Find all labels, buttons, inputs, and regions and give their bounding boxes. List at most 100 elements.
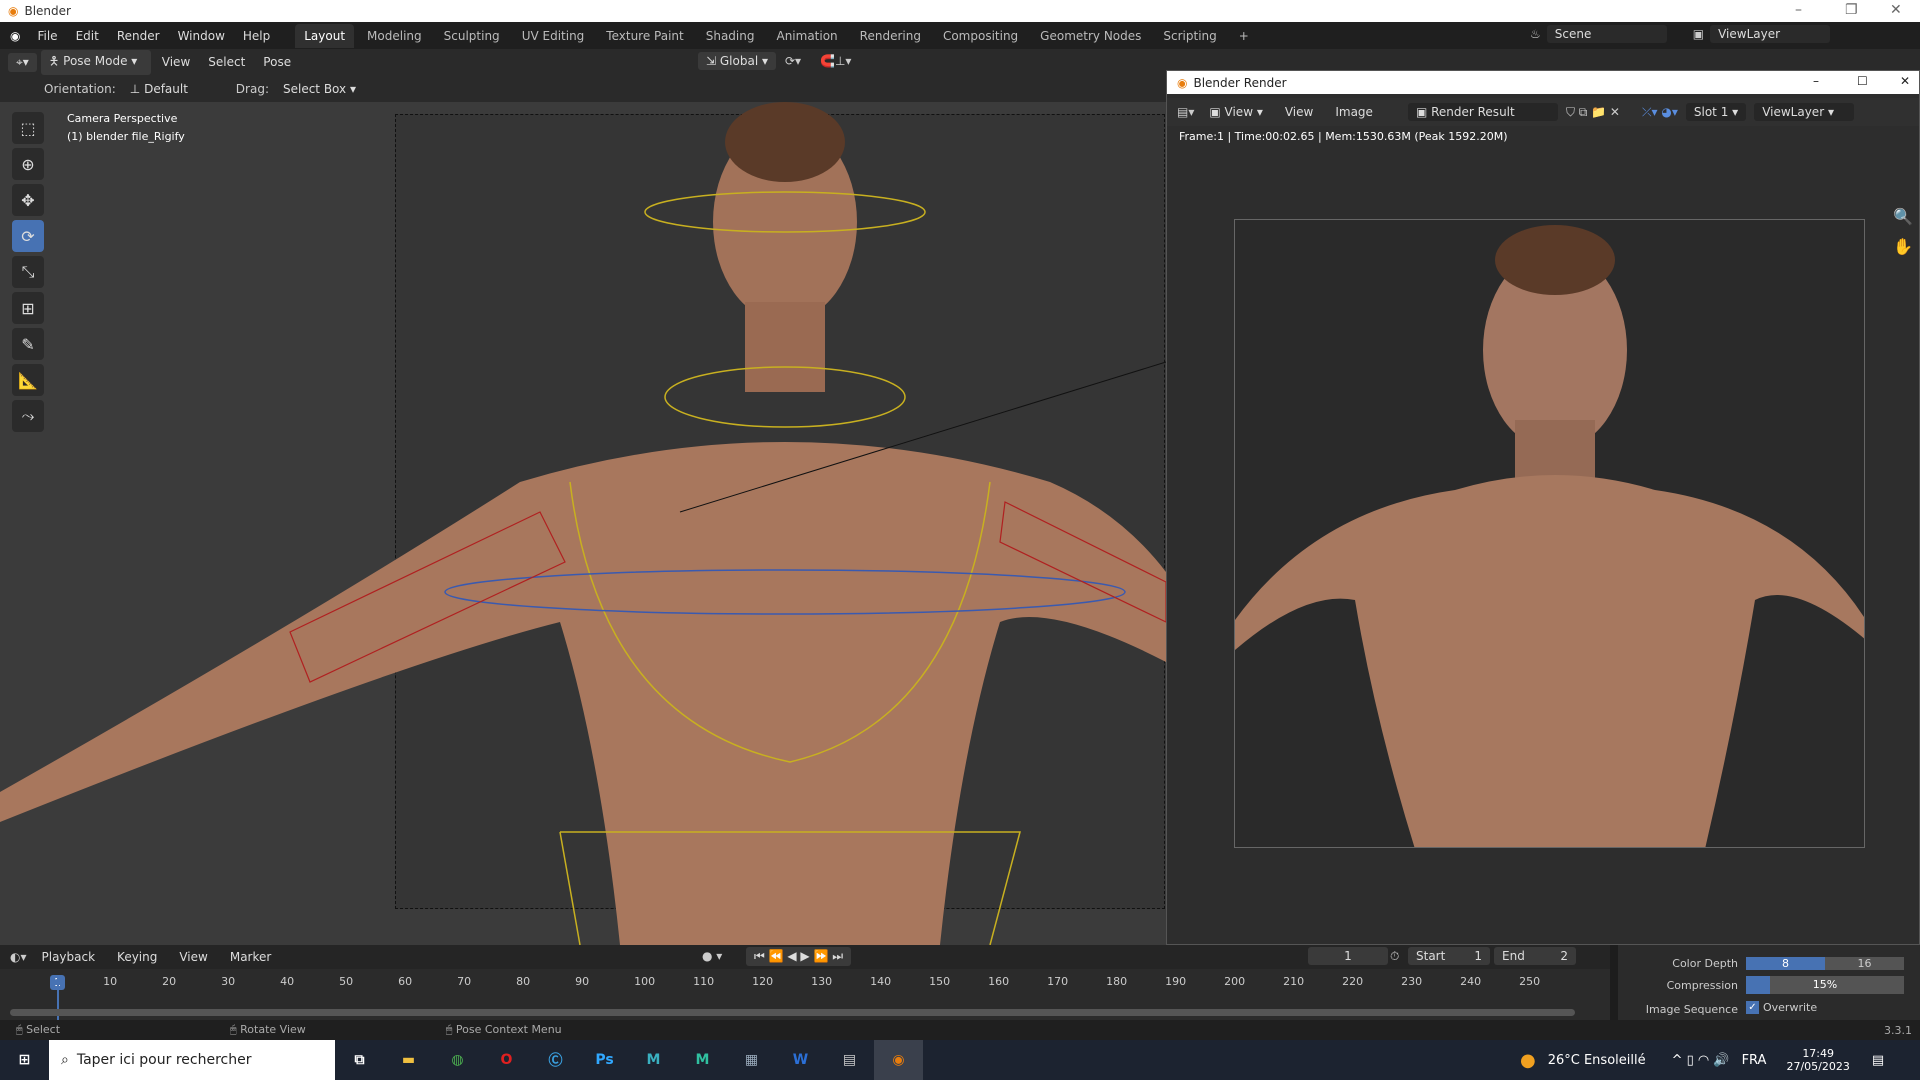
transform-tool-icon[interactable]: ⊞	[12, 292, 44, 324]
menu-image[interactable]: Image	[1328, 102, 1380, 122]
weather-text[interactable]: 26°C Ensoleillé	[1548, 1053, 1646, 1068]
menu-select[interactable]: Select	[201, 52, 252, 72]
search-placeholder: Taper ici pour rechercher	[76, 1052, 252, 1068]
tab-shading[interactable]: Shading	[697, 24, 764, 48]
3d-viewport[interactable]: ⬚ ⊕ ✥ ⟳ ⤡ ⊞ ✎ 📐 ⤳ Camera Perspective (1)…	[0, 102, 1166, 945]
frame-tick-label: 230	[1401, 975, 1423, 988]
pan-hand-icon[interactable]: ✋	[1893, 237, 1913, 256]
app-icon[interactable]: ▤	[825, 1040, 874, 1080]
render-maximize-button[interactable]: ☐	[1857, 74, 1868, 88]
blender-taskbar-icon[interactable]: ◉	[874, 1040, 923, 1080]
maya-icon[interactable]: M	[629, 1040, 678, 1080]
gizmo-icon[interactable]: ⤫▾ ◕▾	[1642, 105, 1678, 120]
tab-modeling[interactable]: Modeling	[358, 24, 431, 48]
clock[interactable]: 17:49 27/05/2023	[1786, 1047, 1849, 1073]
fake-user-icon[interactable]: ⛉ ⧉ 📁 ✕	[1566, 105, 1620, 120]
frame-tick-label: 120	[752, 975, 774, 988]
image-name: Render Result	[1431, 105, 1515, 119]
render-layer-selector[interactable]: ViewLayer ▾	[1754, 103, 1855, 121]
tab-animation[interactable]: Animation	[767, 24, 846, 48]
snap-icon[interactable]: 🧲⊥▾	[820, 54, 851, 68]
editor-type-icon[interactable]: ▤▾	[1177, 105, 1194, 119]
opera-icon[interactable]: O	[482, 1040, 531, 1080]
mode-selector[interactable]: 🯅 Pose Mode ▾	[40, 49, 151, 75]
tab-scripting[interactable]: Scripting	[1154, 24, 1225, 48]
tab-sculpting[interactable]: Sculpting	[435, 24, 509, 48]
move-tool-icon[interactable]: ✥	[12, 184, 44, 216]
frame-ruler[interactable]: 1102030405060708090100110120130140150160…	[0, 973, 1600, 993]
scene-selector[interactable]: Scene	[1546, 25, 1667, 43]
tab-rendering[interactable]: Rendering	[851, 24, 930, 48]
menu-help[interactable]: Help	[236, 26, 277, 46]
pivot-icon[interactable]: ⟳▾	[785, 54, 801, 68]
menu-marker[interactable]: Marker	[223, 947, 278, 967]
tray-icons[interactable]: ^ ▯ ◠ 🔊	[1672, 1053, 1730, 1068]
image-selector[interactable]: ▣ Render Result	[1407, 103, 1558, 121]
view-mode-selector[interactable]: ▣ View ▾	[1202, 102, 1269, 122]
minimize-button[interactable]: –	[1795, 2, 1802, 18]
render-window: ◉ Blender Render – ☐ ✕ ▤▾ ▣ View ▾ View …	[1166, 70, 1920, 945]
menu-view[interactable]: View	[155, 52, 197, 72]
task-view-icon[interactable]: ⧉	[335, 1040, 384, 1080]
close-button[interactable]: ✕	[1890, 2, 1902, 18]
taskbar-search[interactable]: ⌕ Taper ici pour rechercher	[49, 1040, 335, 1080]
file-explorer-icon[interactable]: ▬	[384, 1040, 433, 1080]
menu-keying[interactable]: Keying	[110, 947, 164, 967]
depth-16-option[interactable]: 16	[1825, 956, 1904, 970]
menu-playback[interactable]: Playback	[35, 947, 103, 967]
word-icon[interactable]: W	[776, 1040, 825, 1080]
annotate-tool-icon[interactable]: ✎	[12, 328, 44, 360]
mudbox-icon[interactable]: M	[678, 1040, 727, 1080]
auto-keying-icon[interactable]: ● ▾	[702, 949, 722, 963]
drag-selector[interactable]: Select Box ▾	[274, 79, 364, 98]
chrome-icon[interactable]: ◍	[433, 1040, 482, 1080]
render-close-button[interactable]: ✕	[1900, 74, 1910, 88]
orientation-selector[interactable]: ⊥ Default	[121, 79, 218, 98]
timeline-editor-icon[interactable]: ◐▾	[10, 950, 27, 964]
menu-render[interactable]: Render	[110, 26, 167, 46]
cursor-tool-icon[interactable]: ⊕	[12, 148, 44, 180]
timeline-scrollbar[interactable]	[10, 1009, 1575, 1016]
render-minimize-button[interactable]: –	[1813, 74, 1819, 88]
select-box-tool-icon[interactable]: ⬚	[12, 112, 44, 144]
depth-8-option[interactable]: 8	[1746, 956, 1825, 970]
pose-tool-icon[interactable]: ⤳	[12, 400, 44, 432]
transform-orientation-selector[interactable]: ⇲ Global ▾	[698, 52, 776, 70]
scale-tool-icon[interactable]: ⤡	[12, 256, 44, 288]
tab-layout[interactable]: Layout	[295, 23, 355, 48]
menu-pose[interactable]: Pose	[256, 52, 298, 72]
overwrite-checkbox[interactable]: ✓ Overwrite	[1746, 1001, 1817, 1014]
compression-slider[interactable]: 15%	[1746, 976, 1904, 994]
playback-controls[interactable]: ⏮ ⏪ ◀ ▶ ⏩ ⏭	[746, 947, 852, 966]
measure-tool-icon[interactable]: 📐	[12, 364, 44, 396]
tab-geometry-nodes[interactable]: Geometry Nodes	[1031, 24, 1150, 48]
add-workspace-button[interactable]: +	[1230, 24, 1258, 48]
preview-range-icon[interactable]: ⏱	[1390, 949, 1399, 964]
rotate-tool-icon[interactable]: ⟳	[12, 220, 44, 252]
ccleaner-icon[interactable]: Ⓒ	[531, 1040, 580, 1080]
zoom-icon[interactable]: 🔍	[1893, 207, 1913, 226]
photoshop-icon[interactable]: Ps	[580, 1040, 629, 1080]
restore-button[interactable]: ❐	[1845, 2, 1858, 18]
tab-compositing[interactable]: Compositing	[934, 24, 1027, 48]
windows-start-icon[interactable]: ⊞	[0, 1040, 49, 1080]
notifications-icon[interactable]: ▤	[1872, 1053, 1884, 1068]
color-depth-toggle[interactable]: 8 16	[1746, 954, 1904, 972]
current-frame-field[interactable]: 1	[1308, 947, 1388, 965]
calculator-icon[interactable]: ▦	[727, 1040, 776, 1080]
menu-view[interactable]: View	[1278, 102, 1320, 122]
menu-file[interactable]: File	[30, 26, 64, 46]
menu-window[interactable]: Window	[171, 26, 232, 46]
tab-uv-editing[interactable]: UV Editing	[513, 24, 594, 48]
image-sequence-label: Image Sequence	[1645, 1003, 1738, 1016]
viewlayer-selector[interactable]: ViewLayer	[1710, 25, 1831, 43]
editor-type-button[interactable]: ⌖▾	[8, 52, 37, 72]
end-frame-field[interactable]: End 2	[1494, 947, 1576, 965]
slot-selector[interactable]: Slot 1 ▾	[1685, 103, 1747, 121]
blender-menu-icon[interactable]: ◉	[10, 29, 20, 43]
menu-view[interactable]: View	[172, 947, 214, 967]
language-indicator[interactable]: FRA	[1742, 1053, 1767, 1068]
menu-edit[interactable]: Edit	[69, 26, 106, 46]
tab-texture-paint[interactable]: Texture Paint	[597, 24, 692, 48]
start-frame-field[interactable]: Start 1	[1408, 947, 1490, 965]
